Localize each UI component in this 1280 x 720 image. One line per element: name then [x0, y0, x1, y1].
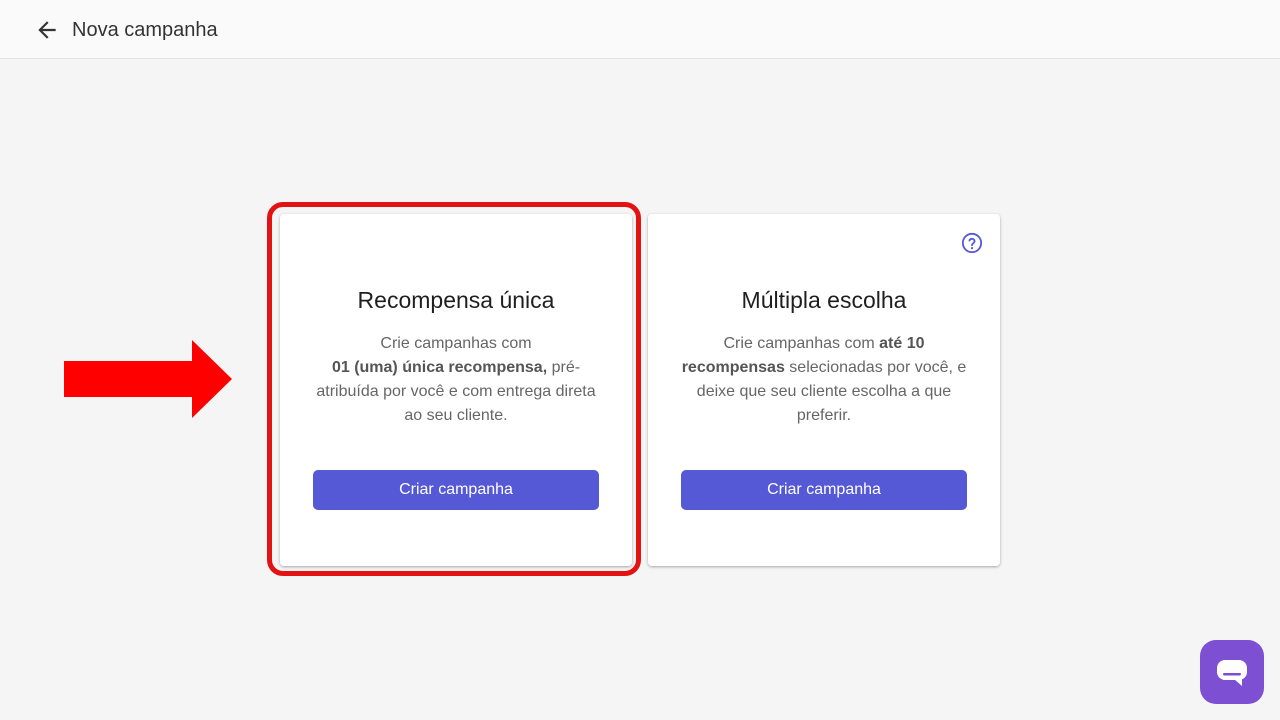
- question-circle-icon: [961, 232, 983, 254]
- card-description: Crie campanhas com 01 (uma) única recomp…: [310, 332, 602, 428]
- chat-widget-button[interactable]: [1200, 640, 1264, 704]
- card-description-highlight: 01 (uma) única recompensa,: [331, 359, 548, 376]
- create-campaign-button[interactable]: Criar campanha: [681, 470, 967, 510]
- create-campaign-button[interactable]: Criar campanha: [313, 470, 599, 510]
- card-title: Múltipla escolha: [741, 287, 907, 313]
- card-single-reward: Recompensa única Crie campanhas com 01 (…: [280, 214, 632, 566]
- page-title: Nova campanha: [72, 19, 218, 41]
- help-button[interactable]: [961, 232, 983, 254]
- card-description-text: Crie campanhas com: [723, 335, 880, 352]
- back-button[interactable]: [34, 17, 60, 43]
- card-multiple-choice: Múltipla escolha Crie campanhas com até …: [648, 214, 1000, 566]
- arrow-left-icon: [38, 21, 56, 39]
- chat-bubble-icon: [1217, 660, 1247, 686]
- card-title: Recompensa única: [357, 287, 555, 313]
- top-app-bar: Nova campanha: [0, 0, 1280, 59]
- card-description: Crie campanhas com até 10 recompensas se…: [678, 332, 970, 428]
- card-description-text: Crie campanhas com: [380, 335, 532, 352]
- red-arrow-icon: [64, 340, 232, 418]
